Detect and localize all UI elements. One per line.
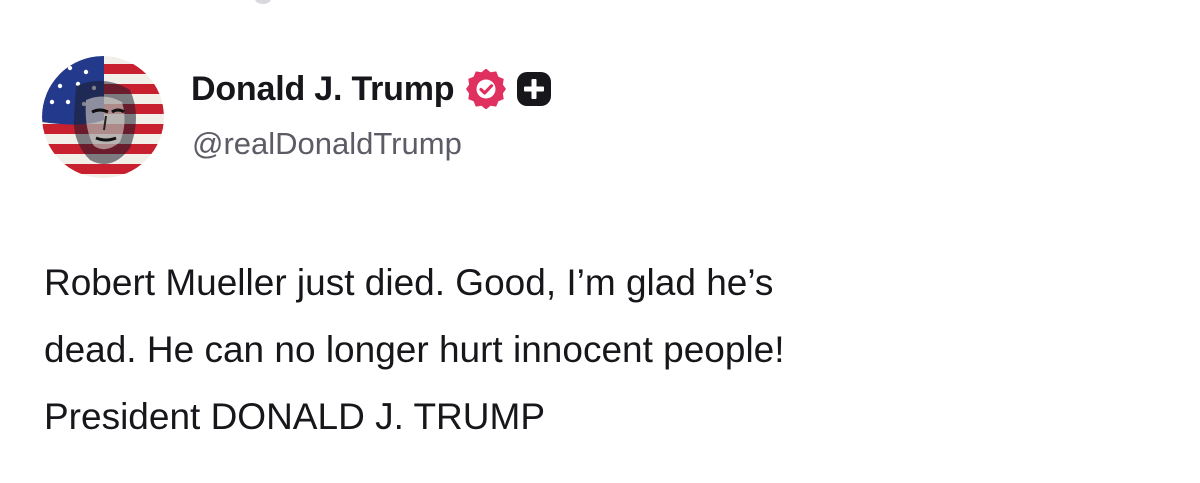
post-body: Robert Mueller just died. Good, I’m glad… (44, 249, 1164, 450)
author-row: Donald J. Trump (191, 64, 552, 114)
user-handle[interactable]: @realDonaldTrump (192, 126, 462, 162)
verified-badge-icon (466, 69, 507, 109)
post-text-line: President DONALD J. TRUMP (44, 396, 545, 437)
post-text-line: Robert Mueller just died. Good, I’m glad… (44, 262, 774, 303)
flag-portrait-icon (42, 56, 164, 178)
display-name[interactable]: Donald J. Trump (191, 70, 455, 109)
post-text-line: dead. He can no longer hurt innocent peo… (44, 329, 785, 370)
avatar[interactable] (42, 56, 164, 178)
plus-badge-icon (517, 72, 552, 106)
top-cropped-element (255, 0, 271, 4)
post-card: Donald J. Trump @realDonaldTrump Robert … (0, 0, 1200, 483)
